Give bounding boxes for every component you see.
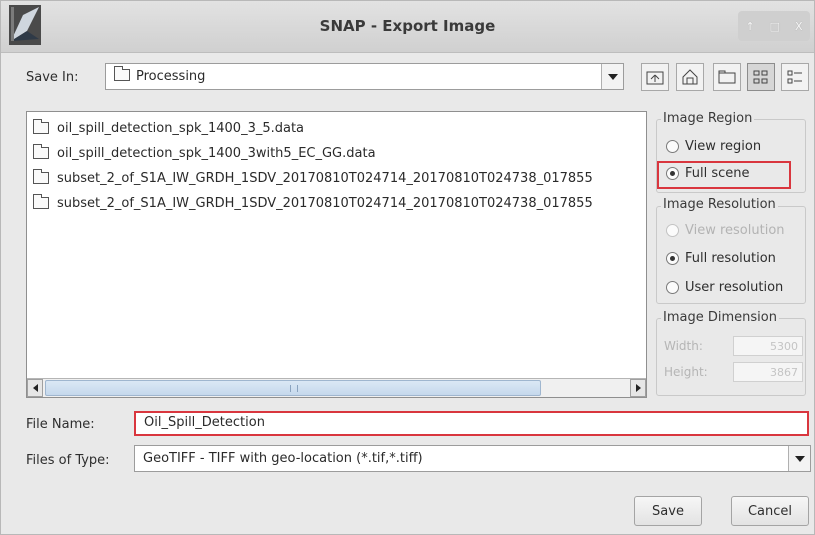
new-folder-icon [718,70,736,84]
list-view-button[interactable] [747,63,775,91]
list-view-icon [753,70,768,84]
folder-icon [33,194,49,209]
image-dimension-title: Image Dimension [661,310,779,325]
save-in-dropdown-arrow[interactable] [601,64,623,89]
width-label: Width: [664,339,703,353]
view-resolution-label: View resolution [685,223,785,238]
arrow-left-icon [32,384,38,392]
up-one-level-button[interactable] [641,63,669,91]
file-list-item[interactable]: subset_2_of_S1A_IW_GRDH_1SDV_20170810T02… [33,168,593,188]
radio-selected-icon [666,252,679,265]
file-name-text: oil_spill_detection_spk_1400_3_5.data [57,120,305,136]
files-of-type-dropdown[interactable]: GeoTIFF - TIFF with geo-location (*.tif,… [134,445,811,472]
window-controls: ↑ □ X [738,11,810,41]
scroll-left-button[interactable] [27,379,43,397]
radio-button-icon [666,224,679,237]
full-resolution-radio[interactable]: Full resolution [666,251,776,266]
arrow-right-icon [635,384,641,392]
chevron-down-icon [794,455,805,462]
file-list[interactable]: oil_spill_detection_spk_1400_3_5.data oi… [26,111,647,398]
radio-button-icon [666,140,679,153]
folder-icon [33,169,49,184]
file-list-item[interactable]: oil_spill_detection_spk_1400_3with5_EC_G… [33,143,376,163]
restore-icon[interactable]: □ [770,20,780,33]
height-field: 3867 [733,362,803,382]
full-scene-highlight [657,161,791,189]
save-in-value-wrap: Processing [114,66,206,84]
full-resolution-label: Full resolution [685,251,776,266]
up-one-level-icon [646,71,664,85]
view-resolution-radio[interactable]: View resolution [666,223,785,238]
radio-button-icon [666,281,679,294]
file-name-label: File Name: [26,417,95,432]
view-region-radio[interactable]: View region [666,139,761,154]
close-icon[interactable]: X [795,20,803,33]
files-of-type-label: Files of Type: [26,453,110,468]
horizontal-scrollbar[interactable] [27,378,646,397]
image-dimension-group [656,318,806,396]
file-name-text: oil_spill_detection_spk_1400_3with5_EC_G… [57,145,376,161]
folder-icon [114,66,130,81]
files-of-type-value: GeoTIFF - TIFF with geo-location (*.tif,… [143,451,423,466]
window-title: SNAP - Export Image [319,17,496,35]
save-in-label: Save In: [26,70,79,85]
folder-icon [33,119,49,134]
scroll-right-button[interactable] [630,379,646,397]
user-resolution-radio[interactable]: User resolution [666,280,783,295]
save-in-value: Processing [136,69,206,84]
file-name-text: subset_2_of_S1A_IW_GRDH_1SDV_20170810T02… [57,195,593,211]
export-image-dialog: SNAP - Export Image ↑ □ X Save In: Proce… [0,0,815,535]
user-resolution-label: User resolution [685,280,784,295]
save-in-dropdown[interactable]: Processing [105,63,624,90]
file-list-item[interactable]: oil_spill_detection_spk_1400_3_5.data [33,118,304,138]
folder-icon [33,144,49,159]
image-resolution-title: Image Resolution [661,197,778,212]
new-folder-button[interactable] [713,63,741,91]
files-of-type-dropdown-arrow[interactable] [788,446,810,471]
details-view-icon [787,70,802,84]
file-name-input[interactable]: Oil_Spill_Detection [134,411,809,436]
title-bar[interactable]: SNAP - Export Image ↑ □ X [1,1,814,53]
scroll-thumb[interactable] [45,380,541,396]
chevron-down-icon [607,73,618,80]
view-region-label: View region [685,139,762,154]
save-button[interactable]: Save [634,496,702,526]
cancel-button[interactable]: Cancel [731,496,809,526]
home-button[interactable] [676,63,704,91]
maximize-up-icon[interactable]: ↑ [745,20,754,33]
image-region-title: Image Region [661,111,755,126]
width-field: 5300 [733,336,803,356]
details-view-button[interactable] [781,63,809,91]
file-list-item[interactable]: subset_2_of_S1A_IW_GRDH_1SDV_20170810T02… [33,193,593,213]
height-label: Height: [664,365,708,379]
home-icon [682,69,698,85]
file-name-text: subset_2_of_S1A_IW_GRDH_1SDV_20170810T02… [57,170,593,186]
